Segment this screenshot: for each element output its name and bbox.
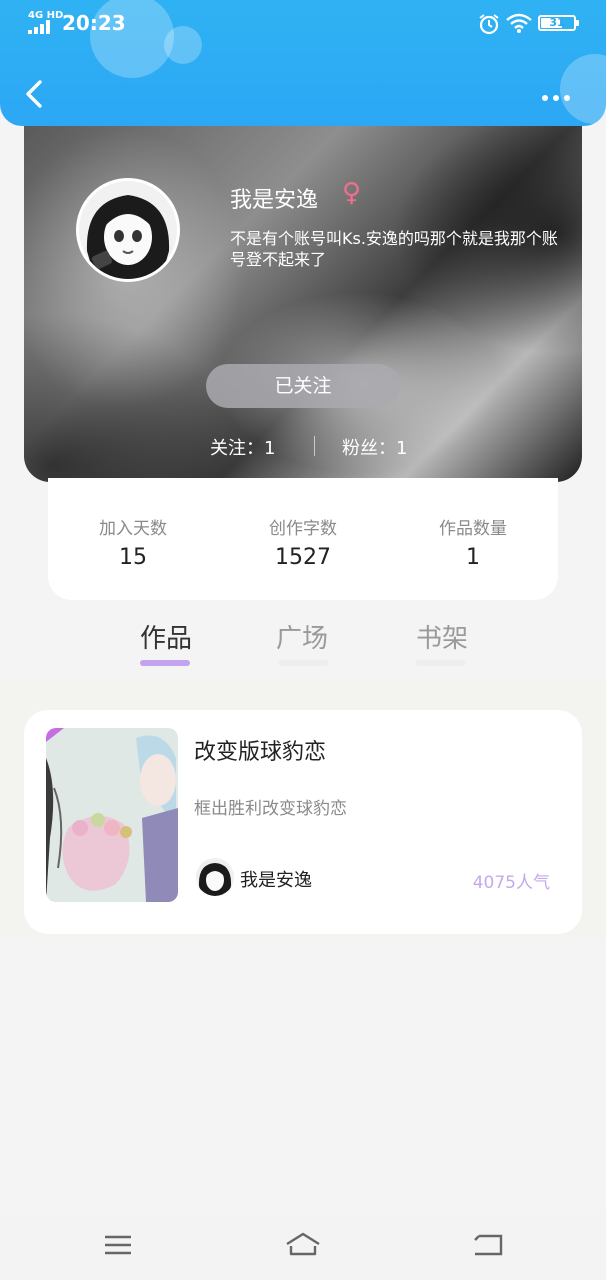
works-list: 改变版球豹恋 框出胜利改变球豹恋 我是安逸 4075人气 (0, 680, 606, 938)
stat-label: 创作字数 (269, 519, 337, 539)
tab-works[interactable]: 作品 (126, 618, 206, 655)
alarm-icon (479, 14, 499, 35)
header: 4G HD 20:23 31 (0, 0, 606, 126)
divider (314, 436, 315, 456)
home-icon[interactable] (283, 1230, 323, 1260)
author-avatar-image (196, 858, 234, 896)
back-button[interactable] (20, 76, 50, 112)
follow-button[interactable]: 已关注 (206, 364, 400, 408)
menu-icon[interactable] (98, 1230, 138, 1260)
tab-bar: 作品 广场 书架 (0, 610, 606, 674)
profile-card: 我是安逸 ♀ 不是有个账号叫Ks.安逸的吗那个就是我那个账号登不起来了 已关注 … (24, 126, 582, 482)
work-cover[interactable] (46, 728, 178, 902)
work-description: 框出胜利改变球豹恋 (194, 799, 347, 819)
following-count[interactable]: 关注：1 (210, 434, 275, 460)
avatar[interactable] (76, 178, 180, 282)
tab-indicator (278, 660, 328, 666)
wifi-icon (506, 13, 532, 33)
system-nav-bar (0, 1210, 606, 1280)
more-dots-icon (542, 95, 548, 101)
follow-stats: 关注：1 粉丝：1 (24, 432, 582, 460)
signal-icon (28, 20, 50, 34)
more-button[interactable] (542, 86, 582, 102)
stat-value: 1527 (275, 545, 331, 570)
bio: 不是有个账号叫Ks.安逸的吗那个就是我那个账号登不起来了 (230, 229, 558, 269)
stat-word-count: 创作字数 1527 (228, 514, 378, 570)
work-title: 改变版球豹恋 (194, 740, 327, 765)
stats-card: 加入天数 15 创作字数 1527 作品数量 1 (48, 478, 558, 600)
popularity-count: 4075人气 (472, 873, 550, 893)
tab-bookshelf[interactable]: 书架 (402, 618, 482, 655)
stat-label: 作品数量 (439, 519, 507, 539)
clock: 20:23 (62, 11, 126, 35)
battery-level: 31 (549, 16, 565, 29)
nickname: 我是安逸 (230, 188, 319, 213)
profile-page: 4G HD 20:23 31 我是安逸 ♀ 不是有个账号叫Ks.安逸的吗那个就是… (0, 0, 606, 1280)
back-icon[interactable] (467, 1230, 507, 1260)
fans-count[interactable]: 粉丝：1 (342, 434, 407, 460)
stat-value: 1 (466, 545, 480, 570)
stat-value: 15 (119, 545, 147, 570)
work-card[interactable]: 改变版球豹恋 框出胜利改变球豹恋 我是安逸 4075人气 (24, 710, 582, 934)
tab-indicator (140, 660, 190, 666)
tab-indicator (416, 660, 466, 666)
stat-join-days: 加入天数 15 (58, 514, 208, 570)
stat-work-count: 作品数量 1 (398, 514, 548, 570)
female-icon: ♀ (342, 178, 362, 208)
author-name: 我是安逸 (240, 870, 312, 891)
avatar-image (79, 181, 177, 279)
battery-icon: 31 (538, 15, 579, 31)
author-avatar (196, 858, 234, 896)
cover-image (46, 728, 178, 902)
tab-square[interactable]: 广场 (262, 618, 342, 655)
stat-label: 加入天数 (99, 519, 167, 539)
status-bar: 4G HD 20:23 31 (0, 0, 606, 48)
